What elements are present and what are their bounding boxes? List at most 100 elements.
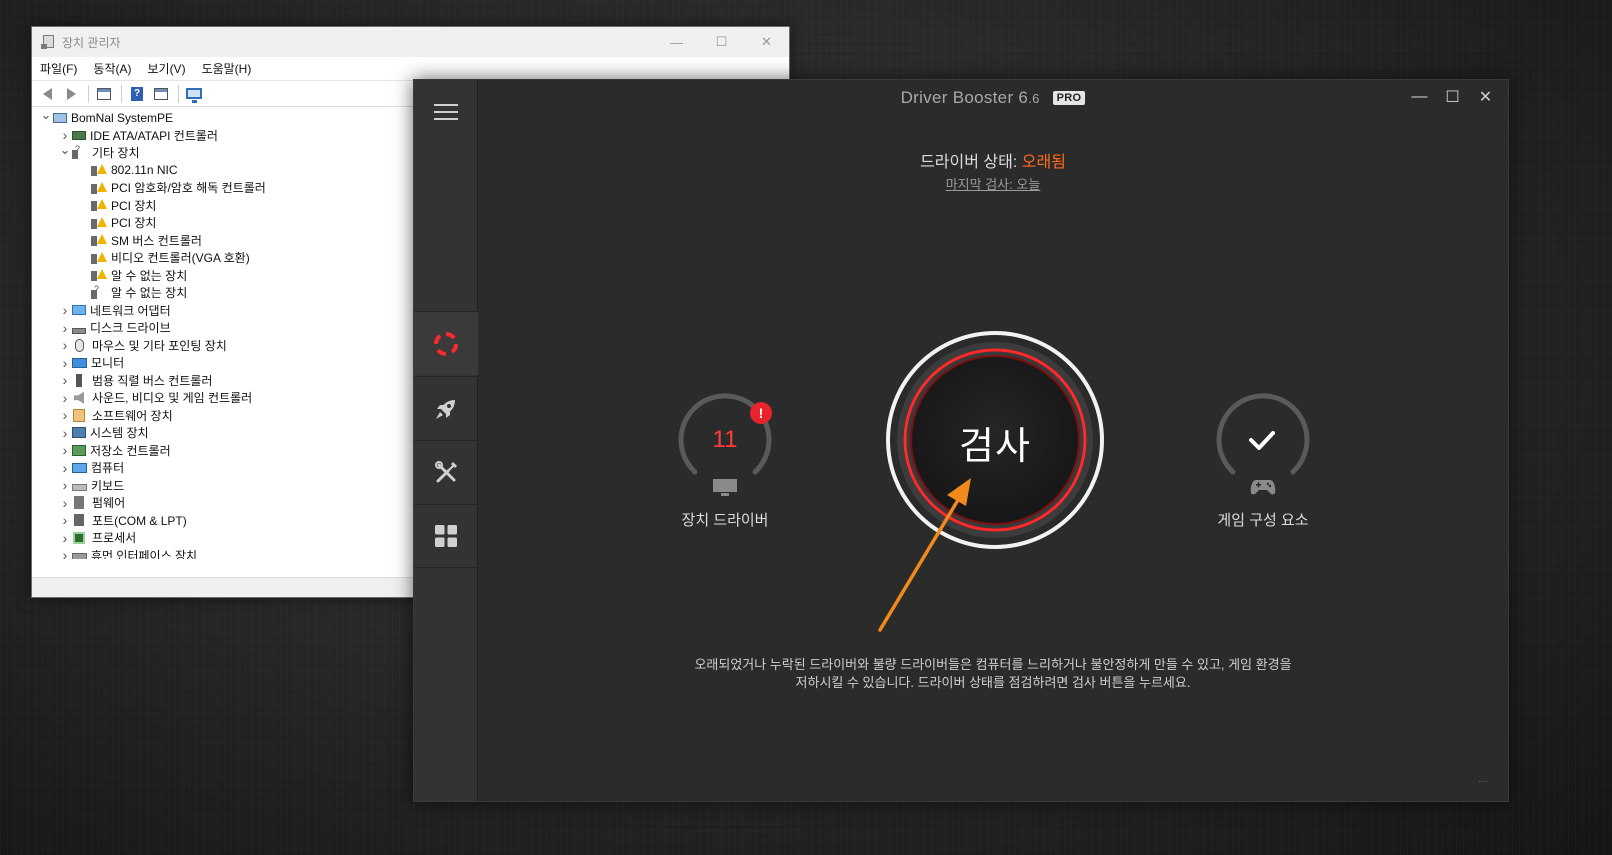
expand-chevron-icon[interactable]: › [58,127,72,143]
sound-icon [74,391,84,404]
driver-status-label: 드라이버 상태: [920,154,1018,171]
expand-chevron-icon[interactable]: › [58,477,72,493]
sidebar-item-tools[interactable] [414,440,478,504]
toolbar-separator [88,84,89,103]
db-minimize-button[interactable]: — [1403,86,1436,108]
menu-file[interactable]: 파일(F) [32,60,85,77]
expand-chevron-icon[interactable]: › [58,355,72,371]
menu-view[interactable]: 보기(V) [139,60,193,77]
resize-grip-icon: ··· [1478,776,1488,787]
tree-node[interactable]: › 마우스 및 기타 포인팅 장치 [33,337,413,355]
expand-chevron-icon[interactable]: › [58,337,72,353]
scan-button[interactable]: 검사 [885,330,1105,550]
tree-node-label: 알 수 없는 장치 [111,268,188,283]
expand-chevron-icon[interactable]: › [58,495,72,511]
expand-chevron-icon[interactable]: › [58,390,72,406]
tree-node-label: 마우스 및 기타 포인팅 장치 [92,338,227,353]
tree-node[interactable]: › 모니터 [33,354,413,372]
tree-node[interactable]: ⌄ BomNal SystemPE [33,109,413,127]
hid-icon [72,553,87,559]
tools-icon [435,460,458,482]
soft-icon [73,408,85,422]
mouse-icon [75,338,84,352]
expand-chevron-icon[interactable]: › [58,530,72,546]
tree-node[interactable]: 비디오 컨트롤러(VGA 호환) [33,249,413,267]
checkmark-icon [1249,431,1275,450]
tree-node[interactable]: › 저장소 컨트롤러 [33,442,413,460]
tree-node[interactable]: › 휴먼 인터페이스 장치 [33,547,413,559]
tree-node[interactable]: PCI 장치 [33,214,413,232]
collapse-chevron-icon[interactable]: ⌄ [58,142,72,157]
forward-button[interactable] [60,83,82,105]
expand-chevron-icon[interactable]: › [58,407,72,423]
back-button[interactable] [36,83,58,105]
expand-chevron-icon[interactable]: › [58,442,72,458]
expand-chevron-icon[interactable]: › [58,372,72,388]
tree-node[interactable]: 802.11n NIC [33,162,413,180]
close-icon: ✕ [1478,89,1493,106]
expand-chevron-icon[interactable]: › [58,425,72,441]
toolbar-separator [178,84,179,103]
properties-icon [154,87,168,100]
warn-icon [91,163,107,177]
tree-node[interactable]: 알 수 없는 장치 [33,284,413,302]
device-tree[interactable]: ⌄ BomNal SystemPE › IDE ATA/ATAPI 컨트롤러 ⌄ 기타 장… [33,109,413,559]
usb-icon [76,373,82,387]
tree-node[interactable]: › IDE ATA/ATAPI 컨트롤러 [33,127,413,145]
menu-help[interactable]: 도움말(H) [194,60,260,77]
db-close-button[interactable]: ✕ [1469,86,1502,108]
sidebar-item-boost[interactable] [414,376,478,440]
tree-node[interactable]: SM 버스 컨트롤러 [33,232,413,250]
tree-node[interactable]: › 사운드, 비디오 및 게임 컨트롤러 [33,389,413,407]
show-hide-tree-button[interactable] [93,83,115,105]
last-scan-link[interactable]: 마지막 검사: 오늘 [478,174,1508,193]
dm-close-button[interactable]: ✕ [744,27,789,57]
tree-node[interactable]: › 프로세서 [33,529,413,547]
close-icon: ✕ [761,34,772,49]
tree-node[interactable]: › 시스템 장치 [33,424,413,442]
db-window-controls: — ☐ ✕ [1403,86,1502,108]
maximize-icon: ☐ [1445,89,1460,106]
tree-node[interactable]: › 디스크 드라이브 [33,319,413,337]
tree-node[interactable]: › 키보드 [33,477,413,495]
monitor-icon [72,357,87,368]
tree-node[interactable]: › 컴퓨터 [33,459,413,477]
tree-node[interactable]: 알 수 없는 장치 [33,267,413,285]
tree-node-label: 프로세서 [92,531,137,546]
collapse-chevron-icon[interactable]: ⌄ [39,109,53,122]
expand-chevron-icon[interactable]: › [58,512,72,528]
device-driver-gauge[interactable]: 11 ! [673,390,777,496]
game-components-gauge[interactable] [1211,390,1315,495]
sidebar-item-action-center[interactable] [414,504,478,568]
tree-node-label: 비디오 컨트롤러(VGA 호환) [111,251,250,266]
tree-node[interactable]: PCI 암호화/암호 해독 컨트롤러 [33,179,413,197]
expand-chevron-icon[interactable]: › [58,547,72,559]
expand-chevron-icon[interactable]: › [58,320,72,336]
tree-node[interactable]: ⌄ 기타 장치 [33,142,413,162]
help-button[interactable]: ? [126,83,148,105]
expand-chevron-icon[interactable]: › [58,460,72,476]
warn-icon [91,216,107,230]
properties-button[interactable] [150,83,172,105]
expand-chevron-icon[interactable]: › [58,302,72,318]
tree-node[interactable]: › 소프트웨어 장치 [33,407,413,425]
dm-minimize-button[interactable]: — [654,27,699,57]
tree-node[interactable]: › 범용 직렬 버스 컨트롤러 [33,372,413,390]
sidebar-menu-button[interactable] [414,80,478,144]
device-driver-label: 장치 드라이버 [681,512,769,529]
tree-node[interactable]: PCI 장치 [33,197,413,215]
sidebar-item-scan[interactable] [414,311,478,375]
tree-node[interactable]: › 네트워크 어댑터 [33,302,413,320]
tree-node[interactable]: › 펌웨어 [33,494,413,512]
dm-title-bar[interactable]: 장치 관리자 — ☐ ✕ [32,27,789,57]
db-maximize-button[interactable]: ☐ [1436,86,1469,108]
tree-node[interactable]: › 포트(COM & LPT) [33,512,413,530]
warn-icon [91,233,107,247]
dm-maximize-button[interactable]: ☐ [699,27,744,57]
scan-hardware-button[interactable] [183,83,205,105]
tree-node-label: 802.11n NIC [111,163,178,178]
menu-action[interactable]: 동작(A) [85,60,139,77]
